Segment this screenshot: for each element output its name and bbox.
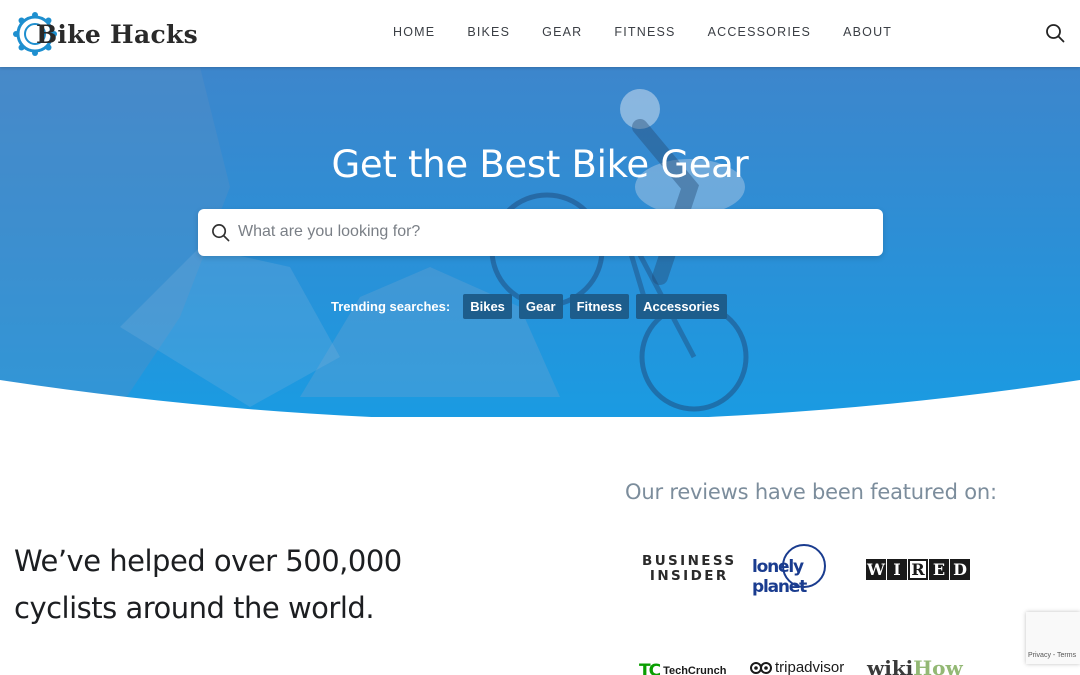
- site-header: Bike Hacks HOME BIKES GEAR FITNESS ACCES…: [0, 0, 1080, 67]
- trending-searches: Trending searches: Bikes Gear Fitness Ac…: [331, 294, 734, 319]
- techcrunch-mark: TC: [639, 661, 661, 675]
- trending-tag-fitness[interactable]: Fitness: [569, 294, 630, 319]
- techcrunch-text: TechCrunch: [663, 665, 727, 675]
- search-icon: [212, 224, 230, 242]
- stats-line-1: We’ve helped over 500,000: [14, 544, 402, 578]
- stats-headline: We’ve helped over 500,000 cyclists aroun…: [14, 538, 514, 632]
- owl-icon: [750, 661, 772, 674]
- trending-tag-bikes[interactable]: Bikes: [463, 294, 512, 319]
- stats-line-2: cyclists around the world.: [14, 591, 375, 625]
- nav-item-fitness[interactable]: FITNESS: [614, 25, 675, 39]
- trending-tag-accessories[interactable]: Accessories: [636, 294, 727, 319]
- site-logo[interactable]: Bike Hacks: [12, 10, 198, 58]
- trending-label: Trending searches:: [331, 299, 451, 314]
- nav-item-accessories[interactable]: ACCESSORIES: [708, 25, 812, 39]
- site-logo-text: Bike Hacks: [36, 19, 198, 49]
- nav-item-gear[interactable]: GEAR: [542, 25, 582, 39]
- recaptcha-badge[interactable]: Privacy - Terms: [1026, 612, 1080, 664]
- techcrunch-logo: TC TechCrunch: [639, 661, 726, 675]
- wired-letter: D: [950, 559, 970, 580]
- wired-letter: R: [908, 559, 928, 580]
- search-icon[interactable]: [1045, 23, 1065, 43]
- wired-letter: I: [887, 559, 907, 580]
- lonely-planet-logo: lonely planet: [752, 543, 850, 597]
- wikihow-text-2: How: [913, 656, 963, 675]
- wikihow-text-1: wiki: [867, 656, 914, 675]
- wired-logo: W I R E D: [866, 559, 971, 580]
- business-insider-line-2: INSIDER: [649, 568, 729, 584]
- wired-letter: W: [866, 559, 886, 580]
- lonely-planet-text: lonely planet: [752, 557, 807, 597]
- nav-item-home[interactable]: HOME: [393, 25, 435, 39]
- wired-letter: E: [929, 559, 949, 580]
- hero-search-box: [198, 209, 883, 256]
- hero-search-input[interactable]: [238, 217, 868, 247]
- hero-title: Get the Best Bike Gear: [331, 143, 749, 186]
- trending-tag-gear[interactable]: Gear: [518, 294, 563, 319]
- nav-item-bikes[interactable]: BIKES: [467, 25, 510, 39]
- nav-item-about[interactable]: ABOUT: [843, 25, 892, 39]
- business-insider-logo: BUSINESS INSIDER: [642, 554, 737, 584]
- business-insider-line-1: BUSINESS: [642, 553, 737, 569]
- recaptcha-text: Privacy - Terms: [1028, 652, 1077, 659]
- tripadvisor-logo: tripadvisor: [750, 659, 844, 675]
- wikihow-logo: wikiHow: [867, 656, 963, 675]
- hero-section: Get the Best Bike Gear Trending searches…: [0, 67, 1080, 417]
- featured-title: Our reviews have been featured on:: [625, 480, 997, 504]
- main-nav: HOME BIKES GEAR FITNESS ACCESSORIES ABOU…: [393, 25, 924, 39]
- tripadvisor-text: tripadvisor: [775, 659, 845, 675]
